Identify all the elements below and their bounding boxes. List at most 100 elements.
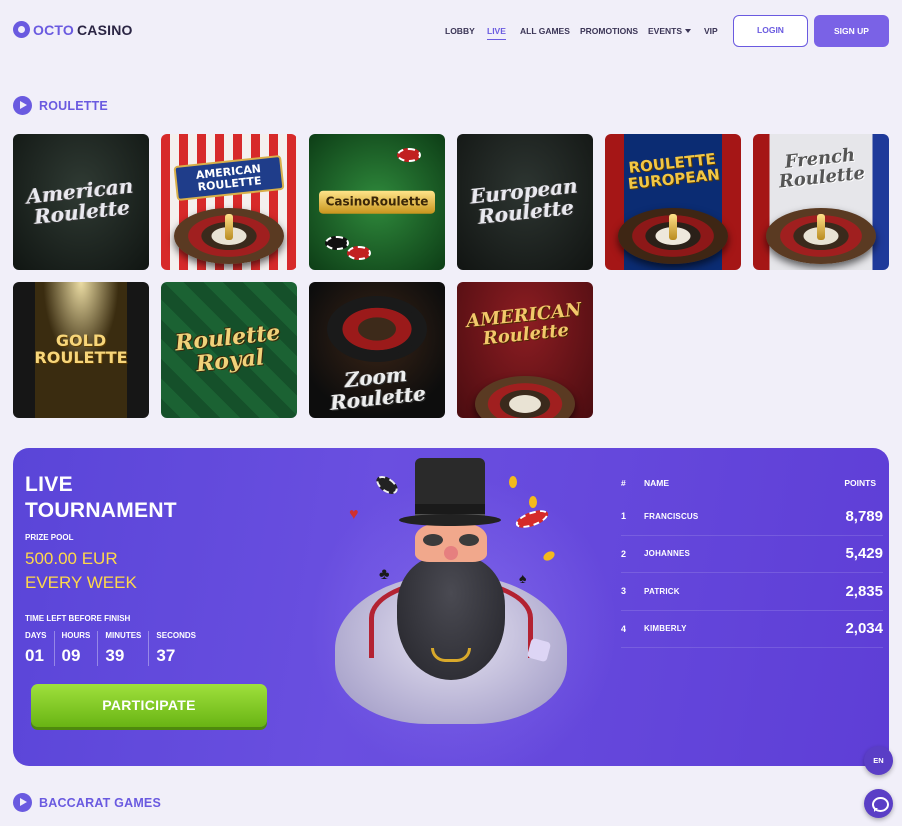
tournament-leaderboard: # NAME POINTS 1 FRANCISCUS 8,789 2 JOHAN… bbox=[621, 478, 883, 648]
row-name: JOHANNES bbox=[644, 549, 691, 559]
casino-chip-image bbox=[347, 246, 371, 260]
nav-all-games[interactable]: ALL GAMES bbox=[520, 26, 570, 36]
game-tile[interactable]: ROULETTE EUROPEAN bbox=[605, 134, 741, 270]
table-row: 1 FRANCISCUS 8,789 bbox=[621, 498, 883, 536]
game-title: ROULETTE EUROPEAN bbox=[626, 149, 721, 193]
rank-header: # bbox=[621, 478, 626, 488]
timer-label: DAYS bbox=[25, 631, 47, 640]
club-suit-icon: ♣ bbox=[379, 566, 390, 583]
game-title: AMERICAN Roulette bbox=[465, 298, 583, 349]
timer-value: 39 bbox=[105, 646, 125, 665]
logo-text-casino: CASINO bbox=[77, 21, 133, 38]
time-left-label: TIME LEFT BEFORE FINISH bbox=[25, 614, 131, 623]
roulette-section-heading: ROULETTE bbox=[13, 96, 108, 115]
timer-value: 37 bbox=[156, 646, 176, 665]
game-tile[interactable]: AMERICAN ROULETTE bbox=[161, 134, 297, 270]
timer-label: HOURS bbox=[61, 631, 91, 640]
game-tile[interactable]: Roulette Royal bbox=[161, 282, 297, 418]
game-tile[interactable]: CasinoRoulette bbox=[309, 134, 445, 270]
spade-suit-icon: ♠ bbox=[519, 570, 527, 586]
nav-live[interactable]: LIVE bbox=[487, 26, 506, 40]
row-points: 2,835 bbox=[845, 582, 883, 600]
row-rank: 3 bbox=[621, 586, 627, 597]
row-points: 5,429 bbox=[845, 545, 883, 563]
game-title: European Roulette bbox=[468, 173, 579, 229]
timer-days: DAYS 01 bbox=[25, 631, 55, 666]
game-title: GOLD ROULETTE bbox=[34, 331, 128, 367]
octopus-logo-icon bbox=[13, 21, 30, 38]
timer-hours: HOURS 09 bbox=[62, 631, 99, 666]
baccarat-section-title: BACCARAT GAMES bbox=[39, 795, 162, 810]
heart-suit-icon: ♥ bbox=[349, 506, 359, 523]
row-name: PATRICK bbox=[644, 586, 680, 596]
roulette-section-title: ROULETTE bbox=[39, 98, 108, 113]
signup-button[interactable]: SIGN UP bbox=[814, 15, 889, 47]
prize-pool-value: 500.00 EUR EVERY WEEK bbox=[25, 547, 137, 595]
points-header: POINTS bbox=[844, 478, 876, 488]
game-title: American Roulette bbox=[25, 173, 135, 229]
row-points: 2,034 bbox=[845, 620, 883, 638]
live-tournament-banner: LIVE TOURNAMENT PRIZE POOL 500.00 EUR EV… bbox=[13, 448, 889, 766]
row-rank: 1 bbox=[621, 511, 627, 522]
game-title: CasinoRoulette bbox=[319, 190, 435, 214]
nav-promotions[interactable]: PROMOTIONS bbox=[580, 26, 638, 36]
prize-pool-label: PRIZE POOL bbox=[25, 533, 74, 542]
gold-coin-image bbox=[509, 476, 517, 488]
baccarat-section-heading: BACCARAT GAMES bbox=[13, 793, 161, 812]
game-tile[interactable]: AMERICAN Roulette bbox=[457, 282, 593, 418]
game-tile[interactable]: American Roulette bbox=[13, 134, 149, 270]
chat-icon[interactable] bbox=[864, 789, 893, 818]
game-tile[interactable]: GOLD ROULETTE bbox=[13, 282, 149, 418]
tournament-title: LIVE TOURNAMENT bbox=[25, 472, 177, 524]
gold-coin-image bbox=[541, 549, 557, 563]
game-tile[interactable]: French Roulette bbox=[753, 134, 889, 270]
participate-button[interactable]: PARTICIPATE bbox=[31, 684, 267, 727]
language-selector-button[interactable]: EN bbox=[864, 746, 893, 775]
row-rank: 2 bbox=[621, 548, 627, 559]
nav-vip[interactable]: VIP bbox=[704, 26, 718, 36]
casino-chip-image bbox=[397, 148, 421, 162]
row-name: FRANCISCUS bbox=[644, 511, 699, 521]
timer-seconds: SECONDS 37 bbox=[156, 631, 203, 666]
casino-chip-image bbox=[513, 506, 551, 532]
wheel-spindle-image bbox=[817, 214, 825, 240]
casino-chip-image bbox=[373, 472, 401, 498]
play-icon bbox=[13, 96, 32, 115]
wheel-spindle-image bbox=[669, 214, 677, 240]
logo-text-octo: OCTO bbox=[33, 21, 74, 38]
timer-value: 09 bbox=[61, 646, 81, 665]
table-row: 4 KIMBERLY 2,034 bbox=[621, 611, 883, 648]
prize-amount: 500.00 EUR bbox=[25, 549, 118, 568]
game-title: Roulette Royal bbox=[173, 319, 282, 378]
game-title: Zoom Roulette bbox=[329, 361, 428, 415]
mascot-nose bbox=[444, 546, 458, 560]
tournament-title-line2: TOURNAMENT bbox=[25, 499, 177, 522]
prize-frequency: EVERY WEEK bbox=[25, 573, 137, 592]
sunglasses-image bbox=[423, 534, 479, 546]
nav-lobby[interactable]: LOBBY bbox=[445, 26, 475, 36]
leaderboard-header: # NAME POINTS bbox=[621, 478, 883, 494]
casino-chip-image bbox=[325, 236, 349, 250]
hat-brim bbox=[399, 514, 501, 526]
wheel-spindle-image bbox=[225, 214, 233, 240]
game-tile[interactable]: European Roulette bbox=[457, 134, 593, 270]
nav-events[interactable]: EVENTS bbox=[648, 26, 692, 36]
octocasino-logo[interactable]: OCTO CASINO bbox=[13, 21, 133, 38]
timer-value: 01 bbox=[25, 646, 44, 665]
play-icon bbox=[13, 793, 32, 812]
login-button[interactable]: LOGIN bbox=[733, 15, 808, 47]
table-row: 2 JOHANNES 5,429 bbox=[621, 536, 883, 573]
name-header: NAME bbox=[644, 478, 670, 488]
leaderboard-rows: 1 FRANCISCUS 8,789 2 JOHANNES 5,429 3 PA… bbox=[621, 498, 883, 648]
timer-label: SECONDS bbox=[156, 631, 196, 640]
table-row: 3 PATRICK 2,835 bbox=[621, 573, 883, 611]
chevron-down-icon bbox=[685, 29, 692, 33]
octopus-gentleman-mascot-image: ♥ ♣ ♠ bbox=[319, 458, 599, 758]
row-points: 8,789 bbox=[845, 507, 883, 525]
roulette-wheel-image bbox=[327, 296, 427, 362]
site-header: OCTO CASINO LOBBY LIVE ALL GAMES PROMOTIO… bbox=[0, 0, 902, 62]
row-name: KIMBERLY bbox=[644, 624, 687, 634]
countdown-timer: DAYS 01 HOURS 09 MINUTES 39 SECONDS 37 bbox=[25, 631, 210, 666]
tournament-title-line1: LIVE bbox=[25, 473, 73, 496]
game-tile[interactable]: Zoom Roulette bbox=[309, 282, 445, 418]
